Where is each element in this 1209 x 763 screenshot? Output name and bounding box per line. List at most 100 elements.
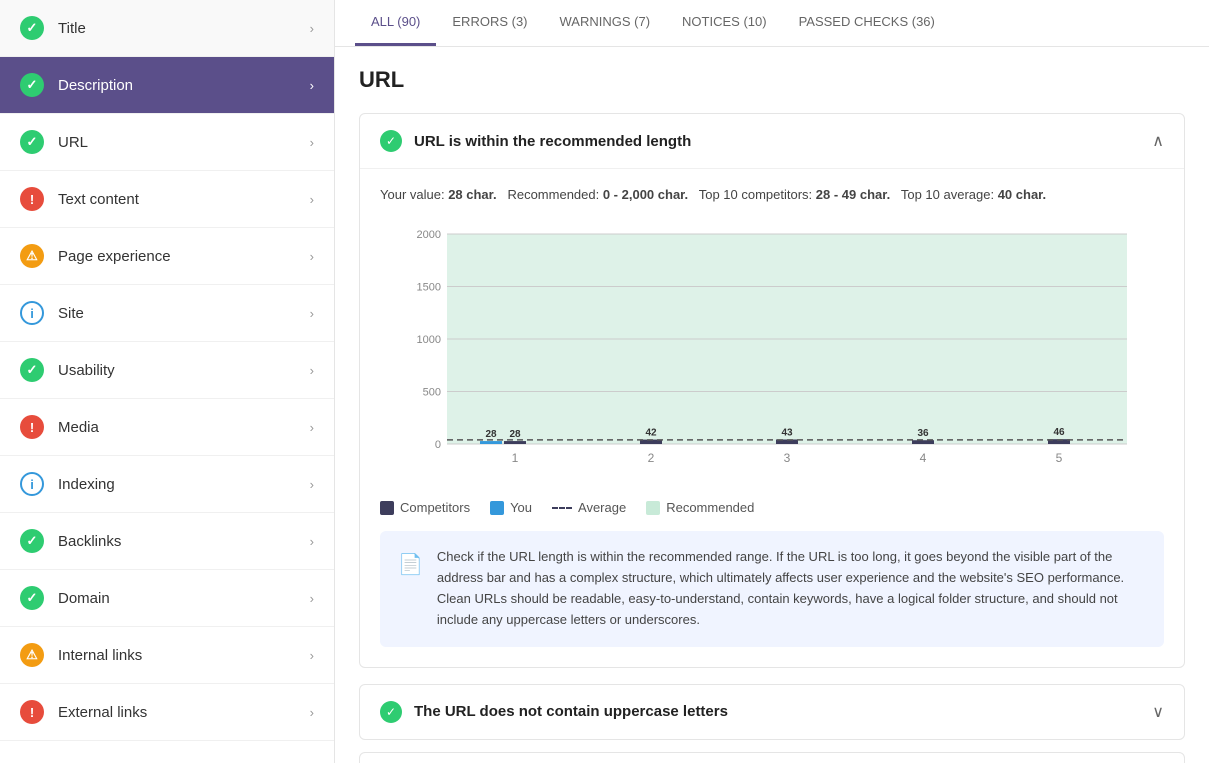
check-title: The URL does not contain uppercase lette… <box>414 703 728 720</box>
page-title: URL <box>359 67 1185 93</box>
sidebar-item-indexing[interactable]: i Indexing› <box>0 456 334 513</box>
legend-average-label: Average <box>578 500 626 515</box>
check-header-left: ✓ The URL does not contain uppercase let… <box>380 701 728 723</box>
chevron-right-icon: › <box>310 534 314 549</box>
chevron-up-icon: ∧ <box>1152 131 1164 151</box>
sidebar-item-external-links[interactable]: !External links› <box>0 684 334 741</box>
svg-text:28: 28 <box>485 429 497 440</box>
legend-recommended-label: Recommended <box>666 500 754 515</box>
status-icon: i <box>20 472 44 496</box>
tab-passed[interactable]: PASSED CHECKS (36) <box>783 0 951 46</box>
sidebar-item-backlinks[interactable]: ✓ Backlinks› <box>0 513 334 570</box>
legend-competitors: Competitors <box>380 500 470 515</box>
tab-warnings[interactable]: WARNINGS (7) <box>544 0 667 46</box>
chevron-right-icon: › <box>310 192 314 207</box>
sidebar-item-usability[interactable]: ✓ Usability› <box>0 342 334 399</box>
sidebar-item-domain[interactable]: ✓ Domain› <box>0 570 334 627</box>
chevron-right-icon: › <box>310 705 314 720</box>
chevron-right-icon: › <box>310 648 314 663</box>
content-area: URL ✓ URL is within the recommended leng… <box>335 47 1209 763</box>
sidebar-item-label: URL <box>58 134 310 151</box>
legend-you: You <box>490 500 532 515</box>
check-success-icon: ✓ <box>380 701 402 723</box>
svg-text:43: 43 <box>781 428 793 439</box>
chart: 200015001000500028281422433364465 <box>380 224 1164 484</box>
legend-recommended: Recommended <box>646 500 754 515</box>
legend-competitors-label: Competitors <box>400 500 470 515</box>
sidebar-item-media[interactable]: ! Media› <box>0 399 334 456</box>
check-body: Your value: 28 char. Recommended: 0 - 2,… <box>360 168 1184 667</box>
svg-text:4: 4 <box>920 451 927 465</box>
status-icon: ✓ <box>20 130 44 154</box>
status-icon: i <box>20 301 44 325</box>
svg-text:2000: 2000 <box>417 229 441 241</box>
check-success-icon: ✓ <box>380 130 402 152</box>
info-text: Check if the URL length is within the re… <box>437 547 1146 630</box>
svg-text:500: 500 <box>423 387 441 399</box>
legend-you-icon <box>490 501 504 515</box>
status-icon: ! <box>20 187 44 211</box>
chart-legend: Competitors You Average Recommended <box>380 500 1164 515</box>
svg-text:28: 28 <box>509 429 521 440</box>
svg-text:1500: 1500 <box>417 282 441 294</box>
chevron-right-icon: › <box>310 249 314 264</box>
sidebar-item-label: Description <box>58 77 310 94</box>
chart-svg: 200015001000500028281422433364465 <box>380 224 1164 484</box>
sidebar-item-label: Text content <box>58 191 310 208</box>
chevron-right-icon: › <box>310 591 314 606</box>
svg-text:42: 42 <box>645 428 657 439</box>
svg-text:1000: 1000 <box>417 334 441 346</box>
chevron-down-icon: ∨ <box>1152 702 1164 722</box>
status-icon: ✓ <box>20 358 44 382</box>
info-box: 📄 Check if the URL length is within the … <box>380 531 1164 646</box>
chevron-right-icon: › <box>310 135 314 150</box>
main-content: ALL (90)ERRORS (3)WARNINGS (7)NOTICES (1… <box>335 0 1209 763</box>
check-header-left: ✓ URL is within the recommended length <box>380 130 691 152</box>
legend-competitors-icon <box>380 501 394 515</box>
sidebar-item-label: Indexing <box>58 476 310 493</box>
sidebar-item-label: Site <box>58 305 310 322</box>
sidebar: ✓Title›✓Description›✓URL›!Text content›⚠… <box>0 0 335 763</box>
svg-text:3: 3 <box>784 451 791 465</box>
sidebar-item-site[interactable]: i Site› <box>0 285 334 342</box>
sidebar-item-label: Page experience <box>58 248 310 265</box>
sidebar-item-url[interactable]: ✓ URL› <box>0 114 334 171</box>
tab-errors[interactable]: ERRORS (3) <box>436 0 543 46</box>
legend-you-label: You <box>510 500 532 515</box>
sidebar-item-label: Usability <box>58 362 310 379</box>
status-icon: ✓ <box>20 73 44 97</box>
svg-text:36: 36 <box>917 429 929 440</box>
status-icon: ✓ <box>20 586 44 610</box>
legend-average-icon <box>552 507 572 509</box>
check-card-url-uppercase: ✓ The URL does not contain uppercase let… <box>359 684 1185 740</box>
sidebar-item-description[interactable]: ✓ Description› <box>0 57 334 114</box>
check-header-url-uppercase[interactable]: ✓ The URL does not contain uppercase let… <box>360 685 1184 739</box>
status-icon: ⚠ <box>20 244 44 268</box>
svg-text:2: 2 <box>648 451 655 465</box>
svg-text:0: 0 <box>435 439 441 451</box>
chevron-right-icon: › <box>310 78 314 93</box>
tab-notices[interactable]: NOTICES (10) <box>666 0 783 46</box>
tab-all[interactable]: ALL (90) <box>355 0 436 46</box>
chevron-right-icon: › <box>310 477 314 492</box>
check-header-url-underscores[interactable]: ✓ The URL does not contain underscores ∨ <box>360 753 1184 763</box>
check-header-url-length[interactable]: ✓ URL is within the recommended length ∧ <box>360 114 1184 168</box>
svg-text:5: 5 <box>1056 451 1063 465</box>
sidebar-item-label: Backlinks <box>58 533 310 550</box>
status-icon: ! <box>20 415 44 439</box>
chevron-right-icon: › <box>310 306 314 321</box>
status-icon: ✓ <box>20 16 44 40</box>
info-doc-icon: 📄 <box>398 549 423 581</box>
check-card-url-length: ✓ URL is within the recommended length ∧… <box>359 113 1185 668</box>
sidebar-item-page-experience[interactable]: ⚠ Page experience› <box>0 228 334 285</box>
sidebar-item-title[interactable]: ✓Title› <box>0 0 334 57</box>
sidebar-item-text-content[interactable]: ! Text content› <box>0 171 334 228</box>
sidebar-item-label: Domain <box>58 590 310 607</box>
status-icon: ⚠ <box>20 643 44 667</box>
sidebar-item-label: Media <box>58 419 310 436</box>
sidebar-item-internal-links[interactable]: ⚠Internal links› <box>0 627 334 684</box>
tabs-bar: ALL (90)ERRORS (3)WARNINGS (7)NOTICES (1… <box>335 0 1209 47</box>
chevron-right-icon: › <box>310 363 314 378</box>
status-icon: ✓ <box>20 529 44 553</box>
chevron-right-icon: › <box>310 420 314 435</box>
